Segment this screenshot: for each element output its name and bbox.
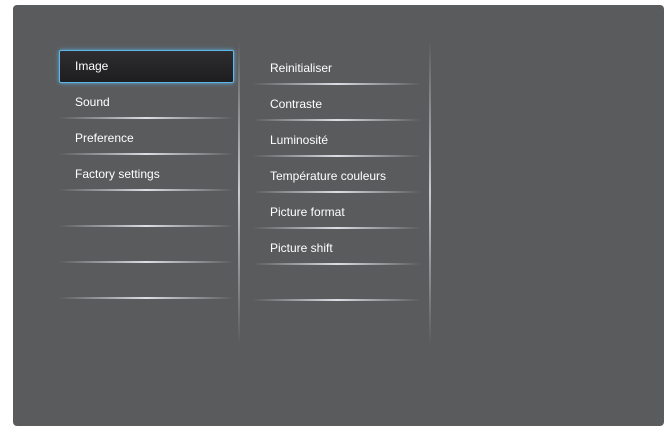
menu-item-sound[interactable]: Sound xyxy=(59,86,234,119)
submenu-item-label: Luminosité xyxy=(270,133,329,147)
menu-item-empty xyxy=(59,266,234,299)
divider xyxy=(59,261,234,263)
submenu-item-luminosite[interactable]: Luminosité xyxy=(253,124,421,157)
menu-item-label: Preference xyxy=(75,131,134,145)
submenu-item-label: Température couleurs xyxy=(270,169,387,183)
menu-item-factory-settings[interactable]: Factory settings xyxy=(59,158,234,191)
menu-item-label: Sound xyxy=(75,95,110,109)
detail-area xyxy=(433,45,653,345)
submenu-item-temperature-couleurs[interactable]: Température couleurs xyxy=(253,160,421,193)
submenu-item-reinitialiser[interactable]: Reinitialiser xyxy=(253,52,421,85)
divider xyxy=(253,119,421,121)
divider xyxy=(59,153,234,155)
submenu-item-empty xyxy=(253,268,421,301)
divider xyxy=(253,191,421,193)
divider xyxy=(253,83,421,85)
menu-item-empty xyxy=(59,230,234,263)
divider xyxy=(253,263,421,265)
divider xyxy=(59,117,234,119)
divider xyxy=(253,155,421,157)
submenu-item-contraste[interactable]: Contraste xyxy=(253,88,421,121)
divider xyxy=(253,299,421,301)
submenu-item-picture-shift[interactable]: Picture shift xyxy=(253,232,421,265)
divider xyxy=(59,297,234,299)
menu-item-empty xyxy=(59,194,234,227)
menu-item-preference[interactable]: Preference xyxy=(59,122,234,155)
column-divider xyxy=(238,40,240,345)
column-divider xyxy=(429,40,431,345)
submenu-item-label: Picture format xyxy=(270,205,345,219)
submenu-item-label: Reinitialiser xyxy=(270,61,333,75)
submenu-item-label: Contraste xyxy=(270,97,323,111)
submenu-item-label: Picture shift xyxy=(270,241,333,255)
divider xyxy=(59,189,234,191)
divider xyxy=(59,225,234,227)
menu-item-image[interactable]: Image xyxy=(59,50,234,83)
menu-item-label: Image xyxy=(75,59,109,73)
osd-menu-panel: Image Sound Preference Factory settings xyxy=(13,5,664,426)
menu-item-label: Factory settings xyxy=(75,167,160,181)
submenu-item-picture-format[interactable]: Picture format xyxy=(253,196,421,229)
divider xyxy=(253,227,421,229)
